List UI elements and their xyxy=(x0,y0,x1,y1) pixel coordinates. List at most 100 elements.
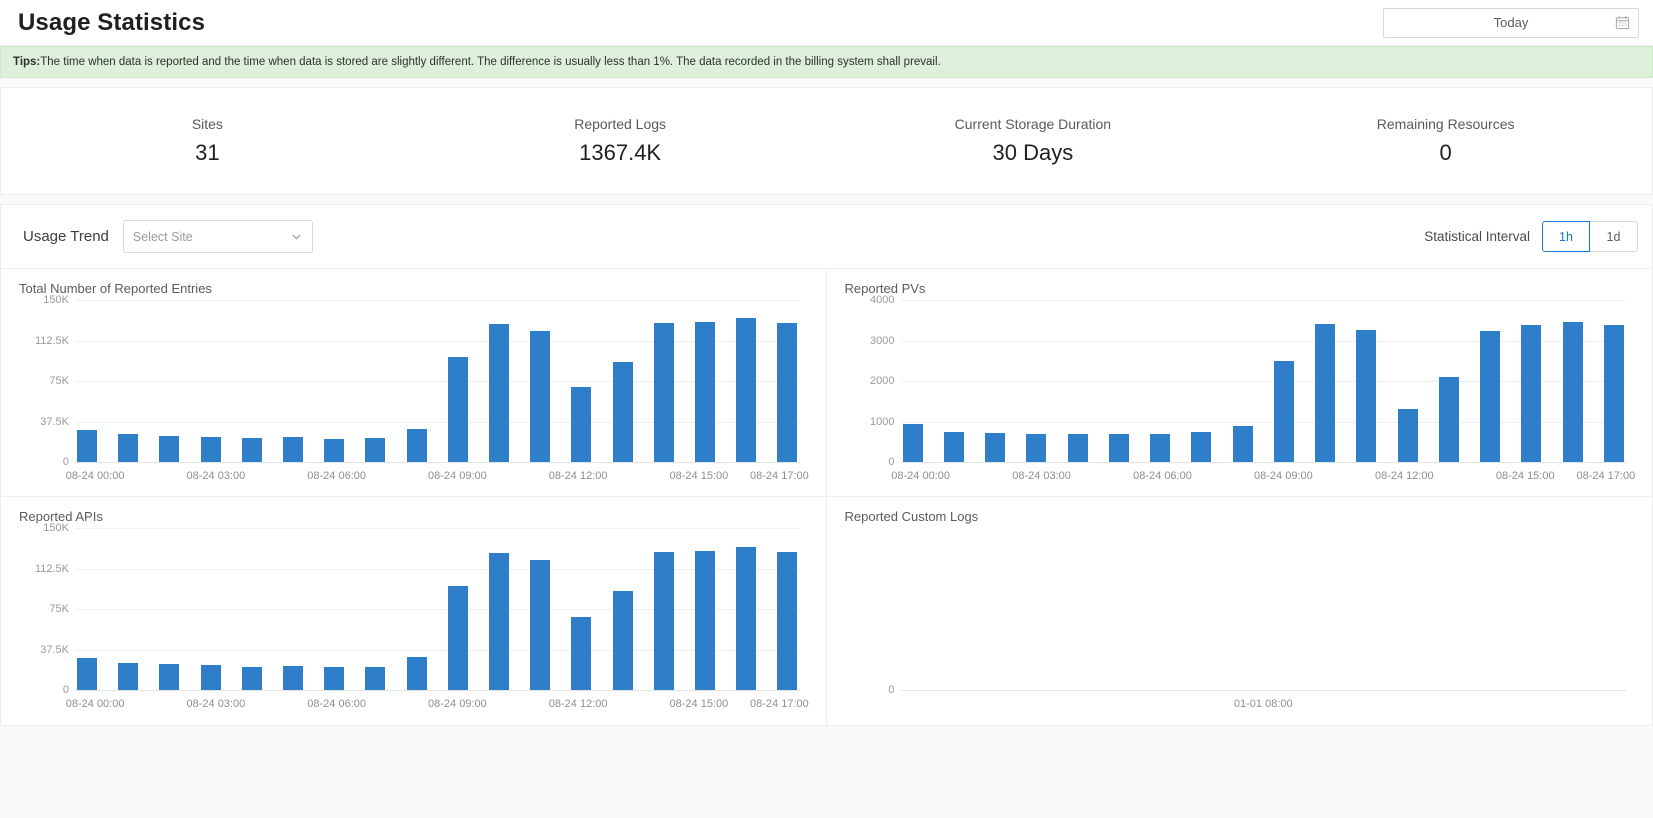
bar[interactable] xyxy=(200,436,221,462)
gridline xyxy=(75,462,800,463)
bar[interactable] xyxy=(902,423,923,462)
chart-plot-area[interactable]: 0 01-01 08:00 xyxy=(845,528,1635,718)
bar[interactable] xyxy=(1232,425,1253,462)
stat-value: 0 xyxy=(1439,140,1452,165)
bar[interactable] xyxy=(77,429,97,462)
bar[interactable] xyxy=(241,438,262,462)
bar-series xyxy=(77,528,798,690)
x-axis-tick-label: 08-24 06:00 xyxy=(1133,470,1192,482)
x-axis-tick-label: 08-24 06:00 xyxy=(307,698,366,710)
site-select-placeholder: Select Site xyxy=(132,229,193,244)
bar[interactable] xyxy=(571,387,592,462)
bar[interactable] xyxy=(1603,325,1624,462)
bar[interactable] xyxy=(324,438,345,462)
chart-title: Reported APIs xyxy=(19,509,103,524)
bar[interactable] xyxy=(530,560,551,690)
x-axis-tick-label: 08-24 03:00 xyxy=(186,470,246,482)
bar[interactable] xyxy=(241,666,262,690)
bar[interactable] xyxy=(283,437,304,462)
chart-plot-area[interactable]: 0 37.5K 75K 112.5K 150K 08-24 00:00 08-24 03:0… xyxy=(19,522,809,718)
bar[interactable] xyxy=(1026,434,1047,462)
bar[interactable] xyxy=(777,323,798,462)
bar[interactable] xyxy=(406,428,427,462)
bar[interactable] xyxy=(324,667,345,690)
charts-grid: Total Number of Reported Entries 0 37.5K 7… xyxy=(1,269,1652,725)
y-axis-tick-label: 0 xyxy=(888,456,895,468)
interval-option-1h[interactable]: 1h xyxy=(1542,221,1590,252)
bar[interactable] xyxy=(365,438,386,462)
bar[interactable] xyxy=(1108,433,1129,462)
bar[interactable] xyxy=(447,357,468,462)
chart-plot-area[interactable]: 0 37.5K 75K 112.5K 150K 08-24 00:00 08-24 03:0… xyxy=(19,294,809,490)
page-header: Usage Statistics Today xyxy=(0,0,1653,46)
interval-option-1d[interactable]: 1d xyxy=(1590,221,1638,252)
x-axis-tick-label: 08-24 00:00 xyxy=(891,470,950,482)
bar[interactable] xyxy=(447,586,468,690)
y-axis-tick-label: 150K xyxy=(43,522,69,534)
bar[interactable] xyxy=(489,552,510,690)
bar[interactable] xyxy=(200,665,221,690)
bar[interactable] xyxy=(571,616,592,690)
stat-current-storage-duration: Current Storage Duration 30 Days xyxy=(827,116,1240,166)
bar[interactable] xyxy=(118,434,139,462)
x-axis-tick-label: 08-24 17:00 xyxy=(750,470,809,482)
gridlines xyxy=(900,528,1626,691)
bar[interactable] xyxy=(1356,330,1377,462)
bar[interactable] xyxy=(612,361,633,462)
date-range-picker[interactable]: Today xyxy=(1383,7,1639,38)
bar[interactable] xyxy=(1397,409,1418,462)
bar[interactable] xyxy=(695,321,716,462)
bar[interactable] xyxy=(118,663,139,690)
bar[interactable] xyxy=(1273,360,1294,462)
stat-reported-logs: Reported Logs 1367.4K xyxy=(414,116,827,166)
bar[interactable] xyxy=(943,431,964,462)
bar[interactable] xyxy=(985,432,1005,462)
y-axis-tick-label: 37.5K xyxy=(40,643,69,656)
chart-title: Reported Custom Logs xyxy=(844,509,979,524)
y-axis-tick-label: 4000 xyxy=(870,294,895,306)
bar[interactable] xyxy=(1067,434,1088,462)
bar[interactable] xyxy=(1562,322,1583,462)
x-axis-tick-label: 01-01 08:00 xyxy=(1233,698,1293,710)
usage-trend-toolbar: Usage Trend Select Site Statistical Inte… xyxy=(1,205,1652,269)
bar[interactable] xyxy=(653,552,674,690)
bar-series xyxy=(902,300,1625,462)
chart-reported-apis: Reported APIs 0 37.5K 75K 112.5K 150K 08-24 0… xyxy=(1,497,827,725)
bar[interactable] xyxy=(777,552,798,690)
y-axis-tick-label: 150K xyxy=(43,294,69,306)
bar[interactable] xyxy=(1521,325,1542,462)
bar[interactable] xyxy=(159,435,180,462)
y-axis-tick-label: 3000 xyxy=(870,334,895,347)
usage-trend-title: Usage Trend xyxy=(23,228,109,245)
bar[interactable] xyxy=(406,657,427,690)
bar[interactable] xyxy=(1150,433,1170,462)
bar[interactable] xyxy=(489,323,510,462)
bar[interactable] xyxy=(77,658,97,690)
interval-toggle-group: 1h 1d xyxy=(1542,221,1638,252)
chart-plot-area[interactable]: 0 1000 2000 3000 4000 08-24 00:00 08-24 03:00 0… xyxy=(845,294,1635,490)
y-axis-tick-label: 2000 xyxy=(870,375,895,387)
date-range-value: Today xyxy=(1493,15,1529,30)
bar[interactable] xyxy=(653,323,674,462)
chart-title: Reported PVs xyxy=(844,281,926,296)
bar[interactable] xyxy=(159,664,180,690)
summary-stats-card: Sites 31 Reported Logs 1367.4K Current S… xyxy=(0,87,1653,195)
x-axis: 08-24 00:00 08-24 03:00 08-24 06:00 08-24 0… xyxy=(891,464,1635,490)
bar[interactable] xyxy=(612,590,633,690)
bar[interactable] xyxy=(736,318,757,462)
bar[interactable] xyxy=(365,666,386,690)
site-select[interactable]: Select Site xyxy=(122,220,313,253)
bar[interactable] xyxy=(1438,376,1459,462)
x-axis: 08-24 00:00 08-24 03:00 08-24 06:00 08-24 0… xyxy=(66,464,809,490)
bar[interactable] xyxy=(695,550,716,690)
stat-label: Sites xyxy=(191,116,223,132)
bar[interactable] xyxy=(1191,432,1212,462)
statistical-interval-label: Statistical Interval xyxy=(1424,229,1530,244)
bar[interactable] xyxy=(283,665,304,690)
stat-remaining-resources: Remaining Resources 0 xyxy=(1239,116,1652,166)
bar[interactable] xyxy=(1480,330,1500,462)
y-axis-tick-label: 75K xyxy=(49,375,69,387)
bar[interactable] xyxy=(530,331,551,462)
bar[interactable] xyxy=(1315,323,1335,462)
bar[interactable] xyxy=(736,547,757,690)
